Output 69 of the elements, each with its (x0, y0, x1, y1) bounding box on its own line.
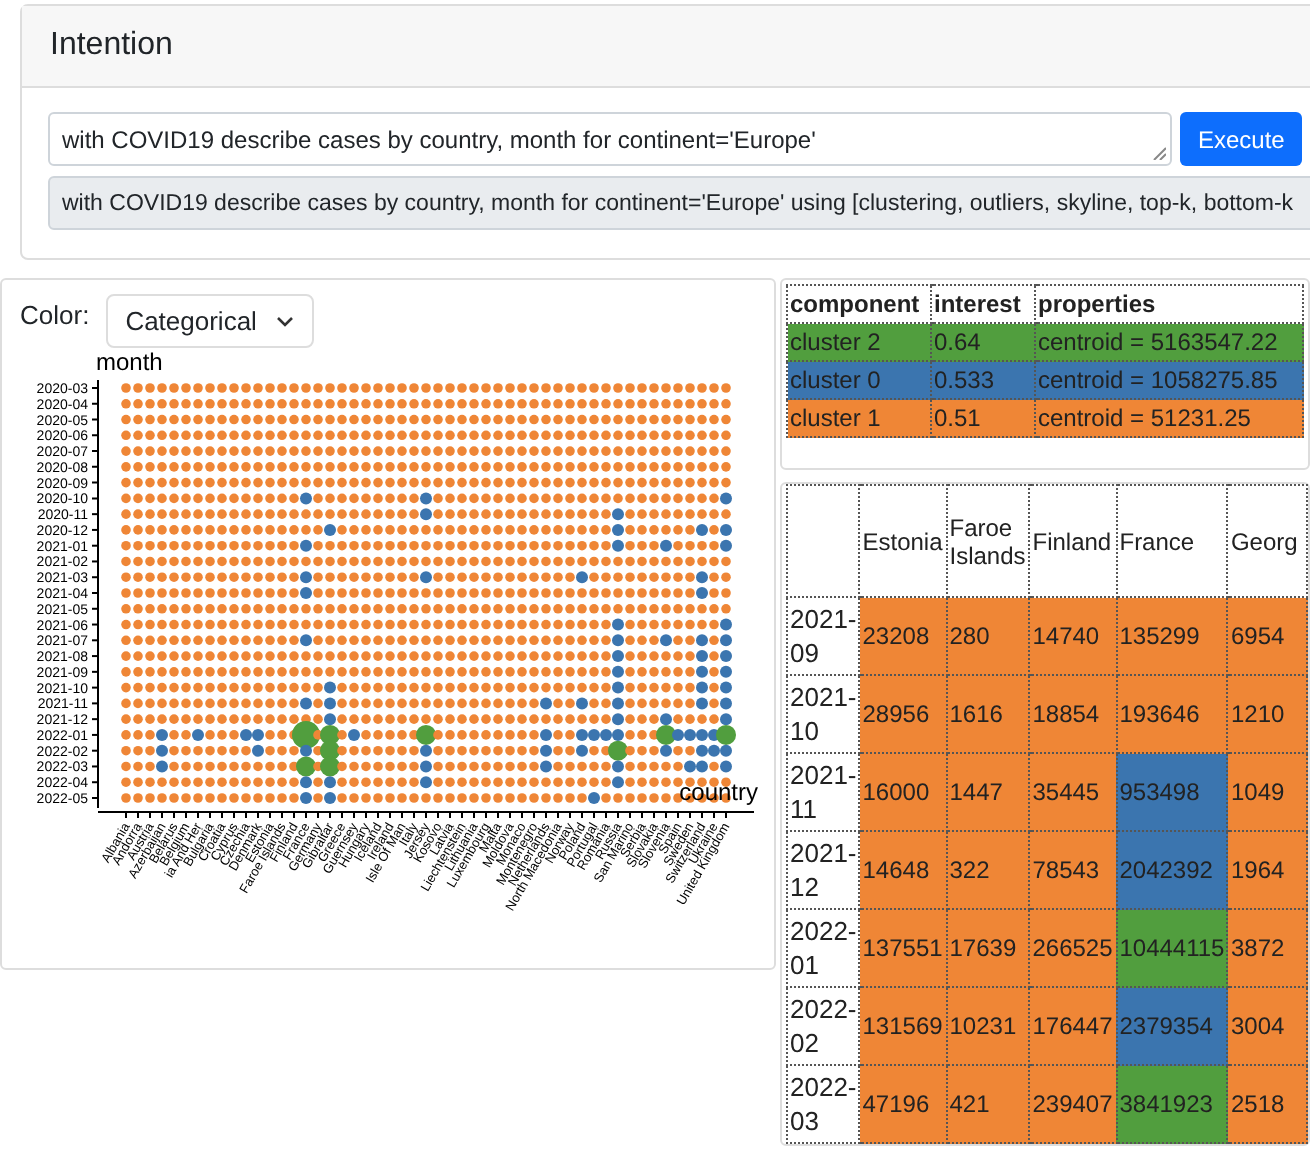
expanded-query: with COVID19 describe cases by country, month for continent='Europe' using [clustering, outliers, skyline, top-k, bottom-k (48, 176, 1310, 230)
table-cell: 14740 (1029, 597, 1117, 675)
table-cell: 0.51 (931, 399, 1035, 437)
table-cell: cluster 0 (787, 361, 931, 399)
column-header: Finland (1029, 485, 1117, 597)
table-cell: 322 (946, 831, 1030, 909)
table-cell: 2518 (1227, 1065, 1307, 1143)
table-cell: 953498 (1116, 753, 1228, 831)
table-cell: 0.64 (931, 323, 1035, 361)
execute-button[interactable]: Execute (1180, 112, 1303, 166)
table-cell: 78543 (1029, 831, 1117, 909)
table-cell: 0.533 (931, 361, 1035, 399)
row-header: 2021-10 (787, 675, 860, 753)
table-cell: 3004 (1227, 987, 1307, 1065)
column-header: Georg (1227, 485, 1307, 597)
table-cell: 18854 (1029, 675, 1117, 753)
table-cell: 35445 (1029, 753, 1117, 831)
table-cell: 17639 (946, 909, 1030, 987)
row-header: 2021-12 (787, 831, 860, 909)
query-field[interactable]: with COVID19 describe cases by country, month for continent='Europe' (48, 112, 1172, 166)
table-cell: 421 (946, 1065, 1030, 1143)
table-cell: 6954 (1227, 597, 1307, 675)
table-cell: 1210 (1227, 675, 1307, 753)
color-select[interactable]: Categorical (105, 294, 315, 348)
table-cell: 1964 (1227, 831, 1307, 909)
table-cell: centroid = 5163547.22 (1035, 323, 1303, 361)
table-cell: 135299 (1116, 597, 1228, 675)
color-label: Color: (20, 300, 90, 330)
chevron-icon (276, 315, 295, 327)
table-cell: 1447 (946, 753, 1030, 831)
table-cell: 266525 (1029, 909, 1117, 987)
column-header: France (1116, 485, 1228, 597)
table-cell: 176447 (1029, 987, 1117, 1065)
table-cell: 47196 (859, 1065, 947, 1143)
table-cell: cluster 1 (787, 399, 931, 437)
table-cell: 3841923 (1116, 1065, 1228, 1143)
table-cell: centroid = 1058275.85 (1035, 361, 1303, 399)
column-header: properties (1035, 285, 1303, 323)
column-header: interest (931, 285, 1035, 323)
card-title: Intention (50, 28, 173, 64)
column-header: component (787, 285, 931, 323)
row-header: 2021-11 (787, 753, 860, 831)
resize-handle-icon (1152, 146, 1166, 160)
table-cell: 193646 (1116, 675, 1228, 753)
column-header: Faroe Islands (946, 485, 1030, 597)
row-header: 2021-09 (787, 597, 860, 675)
table-cell: 1049 (1227, 753, 1307, 831)
table-cell: 280 (946, 597, 1030, 675)
table-cell: 2042392 (1116, 831, 1228, 909)
row-header: 2022-02 (787, 987, 860, 1065)
table-cell: 2379354 (1116, 987, 1228, 1065)
table-cell: 14648 (859, 831, 947, 909)
table-cell: 1616 (946, 675, 1030, 753)
table-cell: 3872 (1227, 909, 1307, 987)
table-cell: 10444115 (1116, 909, 1228, 987)
table-cell: 131569 (859, 987, 947, 1065)
row-header: 2022-03 (787, 1065, 860, 1143)
table-cell: centroid = 51231.25 (1035, 399, 1303, 437)
table-cell: 28956 (859, 675, 947, 753)
table-cell: 239407 (1029, 1065, 1117, 1143)
table-cell: 137551 (859, 909, 947, 987)
axis-title: country (679, 778, 758, 806)
table-cell: 23208 (859, 597, 947, 675)
table-cell: 16000 (859, 753, 947, 831)
axis-title: month (96, 348, 163, 376)
table-cell: 10231 (946, 987, 1030, 1065)
row-header: 2022-01 (787, 909, 860, 987)
table-cell: cluster 2 (787, 323, 931, 361)
column-header: Estonia (859, 485, 947, 597)
